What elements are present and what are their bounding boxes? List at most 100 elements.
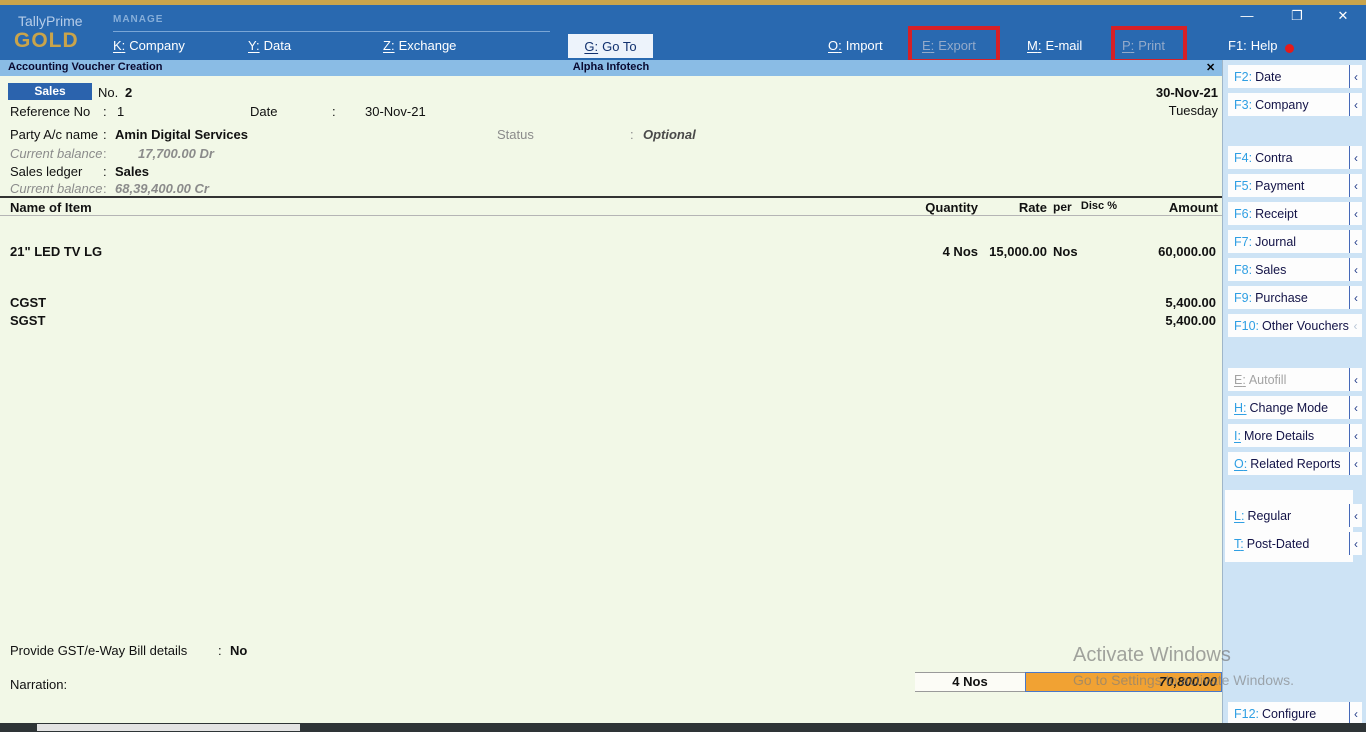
scrollbar-thumb[interactable] [37, 724, 300, 731]
party-label: Party A/c name [10, 127, 98, 142]
sidebar-button-related-reports[interactable]: ORelated Reports ‹ [1228, 452, 1362, 475]
menu-help[interactable]: F1Help [1228, 38, 1278, 53]
status-label: Status [497, 127, 534, 142]
sidebar-button-f10-other-vouchers[interactable]: F10Other Vouchers ‹ [1228, 314, 1362, 337]
sidebar-button-regular[interactable]: LRegular ‹ [1228, 504, 1362, 527]
date-value[interactable]: 30-Nov-21 [365, 104, 426, 119]
chevron-left-icon[interactable]: ‹ [1349, 174, 1362, 197]
chevron-left-icon[interactable]: ‹ [1349, 424, 1362, 447]
reference-value[interactable]: 1 [117, 104, 124, 119]
voucher-type-badge[interactable]: Sales [8, 83, 92, 100]
ledger-balance-label: Current balance [10, 181, 103, 196]
menu-import[interactable]: OImport [828, 38, 883, 53]
item-name[interactable]: SGST [10, 313, 45, 328]
colon [218, 643, 222, 658]
header-rate: Rate [1019, 200, 1047, 215]
function-key-sidebar: F2Date ‹ F3Company ‹ F4Contra ‹ F5Paymen… [1222, 60, 1366, 723]
chevron-left-icon[interactable]: ‹ [1349, 286, 1362, 309]
chevron-left-icon[interactable]: ‹ [1349, 93, 1362, 116]
status-value[interactable]: Optional [643, 127, 696, 142]
chevron-left-icon[interactable]: ‹ [1349, 146, 1362, 169]
minimize-button[interactable]: — [1232, 8, 1262, 23]
party-balance-label: Current balance [10, 146, 103, 161]
date-label: Date [250, 104, 277, 119]
menu-exchange[interactable]: ZExchange [383, 38, 456, 53]
chevron-left-icon[interactable]: ‹ [1349, 202, 1362, 225]
sidebar-button-f2-date[interactable]: F2Date ‹ [1228, 65, 1362, 88]
manage-section-label: MANAGE [113, 14, 163, 25]
sidebar-button-f12-configure[interactable]: F12Configure ‹ [1228, 702, 1362, 725]
voucher-no-label: No. [98, 85, 118, 100]
sales-ledger-value[interactable]: Sales [115, 164, 149, 179]
activate-windows-watermark-subtext: Go to Settings to activate Windows. [1073, 672, 1294, 688]
sidebar-button-autofill: EAutofill ‹ [1228, 368, 1362, 391]
table-header-underline [0, 215, 1222, 216]
sidebar-button-post-dated[interactable]: TPost-Dated ‹ [1228, 532, 1362, 555]
sales-ledger-label: Sales ledger [10, 164, 82, 179]
item-amount[interactable]: 5,400.00 [1165, 295, 1216, 310]
close-button[interactable]: ✕ [1328, 8, 1358, 24]
sidebar-button-f9-purchase[interactable]: F9Purchase ‹ [1228, 286, 1362, 309]
item-amount[interactable]: 60,000.00 [1158, 244, 1216, 259]
colon [103, 104, 107, 119]
colon [332, 104, 336, 119]
item-amount[interactable]: 5,400.00 [1165, 313, 1216, 328]
menu-data[interactable]: YData [248, 38, 291, 53]
manage-underline [113, 31, 550, 32]
maximize-button[interactable]: ❐ [1282, 8, 1312, 24]
voucher-no-value[interactable]: 2 [125, 85, 132, 100]
item-per[interactable]: Nos [1053, 244, 1078, 259]
party-value[interactable]: Amin Digital Services [115, 127, 248, 142]
brand-tallyprime: TallyPrime [18, 13, 83, 29]
chevron-left-icon[interactable]: ‹ [1349, 532, 1362, 555]
horizontal-scrollbar[interactable] [0, 723, 1366, 732]
activate-windows-watermark: Activate Windows [1073, 644, 1231, 667]
menu-company[interactable]: KCompany [113, 38, 185, 53]
sidebar-button-f8-sales[interactable]: F8Sales ‹ [1228, 258, 1362, 281]
item-rate[interactable]: 15,000.00 [989, 244, 1047, 259]
chevron-left-icon[interactable]: ‹ [1349, 702, 1362, 725]
table-top-border [0, 196, 1222, 198]
voucher-form: Sales No. 2 30-Nov-21 Tuesday Reference … [0, 76, 1222, 723]
chevron-left-icon[interactable]: ‹ [1349, 396, 1362, 419]
gst-details-label: Provide GST/e-Way Bill details [10, 643, 187, 658]
chevron-left-icon[interactable]: ‹ [1349, 504, 1362, 527]
narration-label[interactable]: Narration: [10, 677, 67, 692]
sidebar-button-f4-contra[interactable]: F4Contra ‹ [1228, 146, 1362, 169]
item-row-1[interactable]: 21" LED TV LG 4 Nos 15,000.00 Nos 60,000… [0, 244, 1222, 259]
chevron-left-icon[interactable]: ‹ [1349, 230, 1362, 253]
sidebar-button-change-mode[interactable]: HChange Mode ‹ [1228, 396, 1362, 419]
header-per: per [1053, 200, 1072, 214]
chevron-left-icon[interactable]: ‹ [1349, 452, 1362, 475]
menu-go-to[interactable]: GGo To [568, 34, 653, 58]
item-row-cgst[interactable]: CGST 5,400.00 [0, 295, 1222, 310]
brand-gold: GOLD [14, 29, 79, 53]
gst-details-value[interactable]: No [230, 643, 247, 658]
menu-email[interactable]: ME-mail [1027, 38, 1082, 53]
colon [103, 146, 107, 161]
chevron-left-icon[interactable]: ‹ [1349, 65, 1362, 88]
total-quantity-cell: 4 Nos [915, 672, 1025, 692]
sidebar-button-f7-journal[interactable]: F7Journal ‹ [1228, 230, 1362, 253]
colon [103, 181, 107, 196]
colon [103, 127, 107, 142]
ledger-balance-value: 68,39,400.00 Cr [115, 181, 209, 196]
chevron-left-icon[interactable]: ‹ [1349, 258, 1362, 281]
item-quantity[interactable]: 4 Nos [943, 244, 978, 259]
annotation-box-print [1111, 26, 1187, 63]
sidebar-button-f5-payment[interactable]: F5Payment ‹ [1228, 174, 1362, 197]
sidebar-button-more-details[interactable]: IMore Details ‹ [1228, 424, 1362, 447]
annotation-box-export [908, 26, 1000, 63]
item-name[interactable]: CGST [10, 295, 46, 310]
sidebar-button-f3-company[interactable]: F3Company ‹ [1228, 93, 1362, 116]
header-disc: Disc % [1081, 200, 1117, 212]
sidebar-button-f6-receipt[interactable]: F6Receipt ‹ [1228, 202, 1362, 225]
header-name-of-item: Name of Item [10, 200, 92, 215]
item-row-sgst[interactable]: SGST 5,400.00 [0, 313, 1222, 328]
party-balance-value: 17,700.00 Dr [138, 146, 214, 161]
voucher-date[interactable]: 30-Nov-21 [1156, 85, 1218, 100]
help-notification-dot-icon [1285, 44, 1294, 53]
colon [630, 127, 634, 142]
item-name[interactable]: 21" LED TV LG [10, 244, 102, 259]
screen-close-icon[interactable]: ✕ [1206, 61, 1215, 74]
